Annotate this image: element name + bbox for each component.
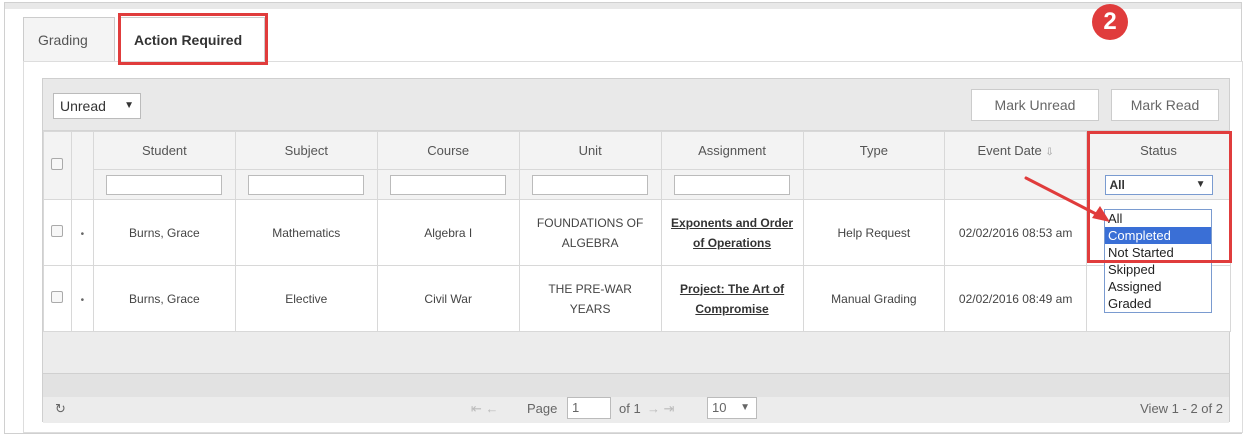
- cell-assignment: Exponents and Order of Operations: [660, 199, 804, 266]
- grid: Unread ▼ Mark Unread Mark Read Student S…: [42, 78, 1231, 423]
- filter-subject-input[interactable]: [248, 174, 365, 195]
- mark-read-button[interactable]: Mark Read: [1111, 89, 1219, 121]
- cell-course: Civil War: [376, 265, 520, 332]
- cell-student: Burns, Grace: [92, 265, 236, 332]
- first-prev-page-icons[interactable]: ⇤ ←: [471, 401, 499, 417]
- grid-empty-area: [43, 373, 1229, 397]
- sort-icon: ⇩: [1045, 147, 1054, 158]
- status-option[interactable]: Skipped: [1105, 261, 1211, 278]
- filter-unit-input[interactable]: [532, 174, 649, 195]
- expand-icon[interactable]: •: [81, 229, 85, 240]
- row-select-cell: [43, 265, 72, 332]
- header-student[interactable]: Student: [92, 131, 236, 170]
- assignment-link[interactable]: Project: The Art of Compromise: [680, 282, 784, 316]
- status-dropdown-list[interactable]: All Completed Not Started Skipped Assign…: [1104, 209, 1212, 313]
- page-label: Page: [527, 401, 558, 416]
- select-all-checkbox[interactable]: [51, 158, 64, 170]
- header-event-date-label: Event Date: [977, 143, 1042, 158]
- header-assignment[interactable]: Assignment: [660, 131, 804, 170]
- status-option[interactable]: Assigned: [1105, 278, 1211, 295]
- cell-course: Algebra I: [376, 199, 520, 266]
- header-course[interactable]: Course: [376, 131, 520, 170]
- filter-student-cell: [92, 169, 236, 200]
- cell-student: Burns, Grace: [92, 199, 236, 266]
- row-expand-cell: •: [70, 199, 94, 266]
- header-unit[interactable]: Unit: [518, 131, 662, 170]
- header-status[interactable]: Status: [1086, 131, 1231, 170]
- tab-grading[interactable]: Grading: [23, 17, 115, 61]
- expand-header: [70, 131, 94, 200]
- filter-student-input[interactable]: [106, 174, 223, 195]
- status-option[interactable]: Graded: [1105, 295, 1211, 312]
- filter-course-input[interactable]: [390, 174, 507, 195]
- header-subject[interactable]: Subject: [234, 131, 378, 170]
- header-type[interactable]: Type: [802, 131, 946, 170]
- status-option-selected[interactable]: Completed: [1105, 227, 1211, 244]
- expand-icon[interactable]: •: [81, 295, 85, 306]
- cell-type: Manual Grading: [802, 265, 946, 332]
- pointer-arrow-icon: [1024, 176, 1110, 222]
- header-event-date[interactable]: Event Date ⇩: [944, 131, 1087, 170]
- cell-type: Help Request: [802, 199, 946, 266]
- view-range-label: View 1 - 2 of 2: [1140, 401, 1223, 416]
- filter-unit-cell: [518, 169, 662, 200]
- mark-unread-button[interactable]: Mark Unread: [971, 89, 1099, 121]
- row-expand-cell: •: [70, 265, 94, 332]
- page-count-label: of 1: [619, 401, 641, 416]
- page-number-input[interactable]: 1: [567, 397, 611, 419]
- row-select-cell: [43, 199, 72, 266]
- filter-course-cell: [376, 169, 520, 200]
- cell-event-date: 02/02/2016 08:49 am: [944, 265, 1087, 332]
- assignment-link[interactable]: Exponents and Order of Operations: [671, 216, 793, 250]
- status-option[interactable]: Not Started: [1105, 244, 1211, 261]
- refresh-icon[interactable]: ↻: [55, 401, 66, 417]
- row-checkbox[interactable]: [51, 291, 64, 303]
- filter-assignment-input[interactable]: [674, 174, 791, 195]
- rows-per-page-select[interactable]: 10 ▼: [707, 397, 757, 419]
- filter-assignment-cell: [660, 169, 804, 200]
- cell-assignment: Project: The Art of Compromise: [660, 265, 804, 332]
- pager: ↻ ⇤ ← Page 1 of 1 → ⇥ 10 ▼ View 1 - 2 of…: [43, 397, 1229, 423]
- grid-toolbar: Unread ▼ Mark Unread Mark Read: [43, 79, 1229, 131]
- row-checkbox[interactable]: [51, 225, 64, 237]
- filter-type-cell: [802, 169, 946, 200]
- top-strip: [5, 3, 1241, 9]
- cell-subject: Mathematics: [234, 199, 378, 266]
- read-filter-value: Unread: [60, 98, 106, 114]
- cell-subject: Elective: [234, 265, 378, 332]
- action-required-panel: Unread ▼ Mark Unread Mark Read Student S…: [23, 61, 1243, 433]
- tab-action-required[interactable]: Action Required: [119, 17, 265, 63]
- table-row[interactable]: • Burns, Grace Elective Civil War THE PR…: [43, 265, 1231, 332]
- assignments-table: Student Subject Course Unit Assignment T…: [43, 131, 1231, 332]
- rows-per-page-value: 10: [712, 400, 727, 415]
- cell-unit: THE PRE-WAR YEARS: [518, 265, 662, 332]
- step-badge: 2: [1092, 4, 1128, 40]
- cell-unit: FOUNDATIONS OF ALGEBRA: [518, 199, 662, 266]
- chevron-down-icon: ▼: [1195, 178, 1206, 190]
- select-all-cell: [43, 131, 72, 200]
- read-filter-select[interactable]: Unread ▼: [53, 93, 141, 119]
- status-filter-select[interactable]: All ▼: [1104, 174, 1213, 195]
- status-option[interactable]: All: [1105, 210, 1211, 227]
- chevron-down-icon: ▼: [124, 100, 134, 111]
- filter-subject-cell: [234, 169, 378, 200]
- chevron-down-icon: ▼: [740, 402, 750, 413]
- next-last-page-icons[interactable]: → ⇥: [647, 401, 675, 417]
